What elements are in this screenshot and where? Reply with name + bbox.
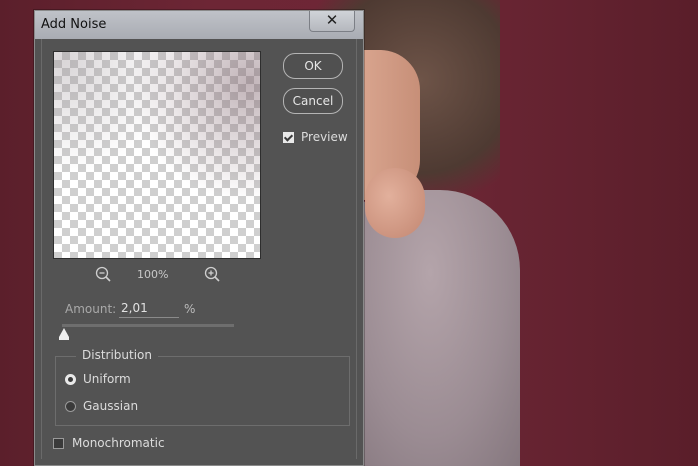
photo-sweater: [340, 190, 520, 466]
dialog-body: 100% OK Cancel Preview Amount: % Distrib…: [41, 39, 357, 459]
uniform-radio[interactable]: [65, 374, 76, 385]
gaussian-radio[interactable]: [65, 401, 76, 412]
zoom-out-icon[interactable]: [94, 265, 114, 285]
preview-checkbox[interactable]: [283, 132, 294, 143]
uniform-label: Uniform: [83, 372, 131, 386]
distribution-label: Distribution: [76, 348, 159, 362]
cancel-button[interactable]: Cancel: [283, 88, 343, 114]
close-icon: ✕: [325, 11, 339, 29]
monochromatic-label: Monochromatic: [72, 436, 165, 450]
photo-hand: [365, 168, 425, 238]
amount-input[interactable]: [119, 299, 179, 318]
dialog-titlebar[interactable]: Add Noise ✕: [35, 11, 363, 39]
distribution-group: Distribution Uniform Gaussian: [55, 348, 350, 426]
preview-canvas[interactable]: [53, 51, 261, 259]
monochromatic-checkbox[interactable]: [53, 438, 64, 449]
amount-unit: %: [184, 302, 196, 316]
gaussian-label: Gaussian: [83, 399, 139, 413]
amount-label: Amount:: [65, 302, 117, 316]
close-button[interactable]: ✕: [309, 11, 355, 32]
add-noise-dialog: Add Noise ✕ 100% OK Cancel Preview Amoun…: [34, 10, 364, 466]
zoom-in-icon[interactable]: [203, 265, 223, 285]
amount-slider-track[interactable]: [62, 324, 234, 327]
preview-image: [54, 52, 260, 258]
ok-button[interactable]: OK: [283, 53, 343, 79]
amount-slider-handle[interactable]: [59, 328, 69, 340]
zoom-level: 100%: [137, 268, 169, 281]
zoom-controls: 100%: [53, 265, 259, 287]
dialog-title: Add Noise: [41, 17, 107, 32]
preview-label: Preview: [301, 130, 348, 144]
